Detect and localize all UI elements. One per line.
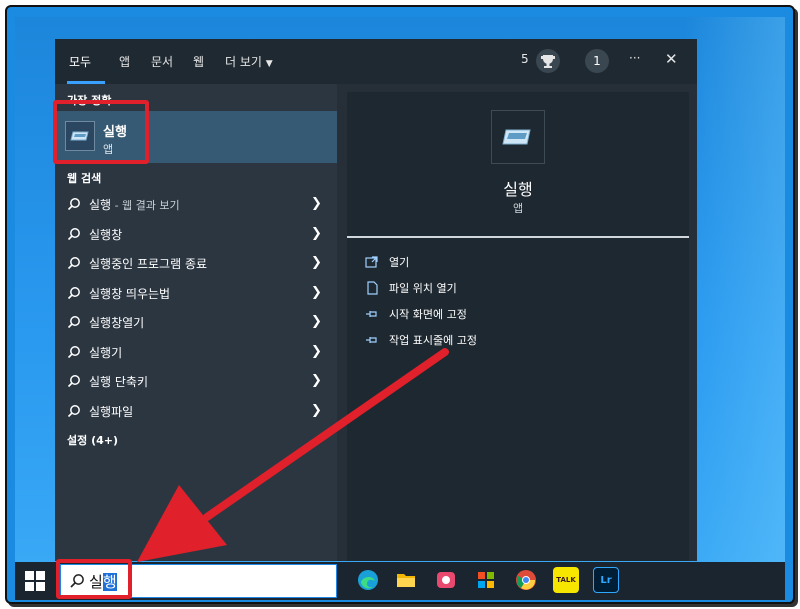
annotation-arrow (137, 348, 449, 562)
screenshot-frame: 모두 앱 문서 웹 더 보기 ▼ 5 1 ··· ✕ 가장 정확 실행 앱 웹 (5, 5, 795, 604)
